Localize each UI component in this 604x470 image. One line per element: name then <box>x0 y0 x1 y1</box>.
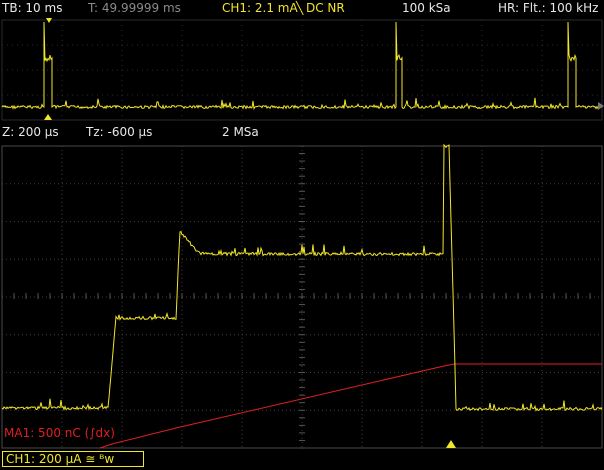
overview-waveform[interactable] <box>0 18 604 122</box>
sample-rate-label: 100 kSa <box>402 1 451 15</box>
zoom-label[interactable]: Z: 200 µs <box>2 125 59 139</box>
bottom-status-bar: CH1: 200 µA ≅ ᴮᴡ <box>0 450 604 470</box>
overview-trigger-marker-icon <box>44 114 52 120</box>
timebase-label[interactable]: TB: 10 ms <box>2 1 62 15</box>
channel-scale-box[interactable]: CH1: 200 µA ≅ ᴮᴡ <box>2 451 144 467</box>
filter-label[interactable]: HR: Flt.: 100 kHz <box>498 1 598 15</box>
channel-label[interactable]: CH1: 2.1 mA <box>222 1 298 15</box>
zoom-status-bar: Z: 200 µs Tz: -600 µs 2 MSa <box>0 124 604 142</box>
channel-scale-label: CH1: 200 µA ≅ ᴮᴡ <box>6 452 115 466</box>
top-status-bar: TB: 10 ms T: 49.99999 ms CH1: 2.1 mA ╲ D… <box>0 0 604 18</box>
coupling-label[interactable]: DC NR <box>306 1 345 15</box>
overview-right-marker-icon <box>598 102 604 110</box>
math-trace <box>99 363 602 449</box>
zoom-time-label[interactable]: Tz: -600 µs <box>86 125 152 139</box>
zoom-sample-rate-label: 2 MSa <box>222 125 259 139</box>
falling-edge-icon: ╲ <box>296 1 304 15</box>
zoom-waveform[interactable] <box>0 144 604 450</box>
math-label[interactable]: MA1: 500 nC (∫dx) <box>4 426 115 440</box>
trigger-time-label[interactable]: T: 49.99999 ms <box>88 1 181 15</box>
zoom-trigger-marker-icon <box>446 440 456 448</box>
